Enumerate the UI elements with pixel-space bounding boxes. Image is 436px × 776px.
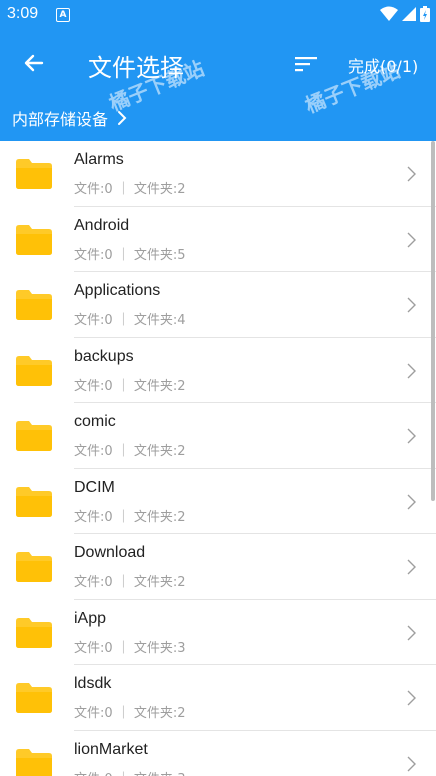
sort-icon (295, 57, 317, 72)
list-item[interactable]: DCIM 文件:0 ｜ 文件夹:2 (0, 469, 436, 534)
file-meta: 文件:0 ｜ 文件夹:2 (74, 509, 186, 525)
app-header: 3:09 A 文件选择 完成(0/1) 内部存储设备 橘子下载站 橘子下载站 (0, 0, 436, 141)
file-meta: 文件:0 ｜ 文件夹:3 (74, 640, 186, 656)
file-meta: 文件:0 ｜ 文件夹:2 (74, 378, 186, 394)
file-meta: 文件:0 ｜ 文件夹:2 (74, 706, 186, 721)
wifi-icon (380, 6, 398, 21)
status-bar: 3:09 A (0, 0, 436, 30)
file-meta: 文件:0 ｜ 文件夹:5 (74, 247, 186, 263)
file-name: DCIM (74, 478, 115, 496)
breadcrumb-item-storage: 内部存储设备 (12, 110, 109, 129)
chevron-right-icon (407, 363, 416, 378)
file-name: comic (74, 413, 116, 430)
folder-icon (16, 421, 52, 451)
breadcrumb[interactable]: 内部存储设备 (12, 106, 128, 130)
arrow-left-icon (24, 54, 44, 72)
sort-button[interactable] (290, 48, 322, 80)
folder-icon (16, 224, 52, 255)
file-name: ldsdk (74, 675, 112, 692)
status-icons (380, 6, 430, 22)
battery-icon (420, 6, 430, 22)
status-time: 3:09 (7, 5, 39, 22)
folder-icon (16, 486, 52, 517)
list-item[interactable]: Applications 文件:0 ｜ 文件夹:4 (0, 272, 436, 338)
list-item[interactable]: Alarms 文件:0 ｜ 文件夹:2 (0, 141, 436, 207)
folder-icon (16, 290, 52, 320)
chevron-right-icon (407, 625, 416, 640)
file-name: backups (74, 347, 134, 365)
file-meta: 文件:0 ｜ 文件夹:2 (74, 182, 186, 197)
folder-icon (16, 552, 52, 582)
folder-icon (16, 617, 52, 648)
file-name: Download (74, 544, 146, 561)
chevron-right-icon (407, 297, 416, 313)
file-name: Android (74, 216, 130, 234)
list-item[interactable]: Download 文件:0 ｜ 文件夹:2 (0, 534, 436, 600)
folder-icon (16, 683, 52, 713)
list-item[interactable]: Android 文件:0 ｜ 文件夹:5 (0, 207, 436, 272)
list-item[interactable]: iApp 文件:0 ｜ 文件夹:3 (0, 600, 436, 665)
file-name: iApp (74, 609, 107, 627)
folder-icon (16, 159, 52, 189)
folder-icon (16, 748, 52, 776)
notification-icon: A (56, 8, 70, 22)
list-item[interactable]: lionMarket 文件:0 ｜ 文件夹:3 (0, 731, 436, 776)
list-item[interactable]: ldsdk 文件:0 ｜ 文件夹:2 (0, 665, 436, 731)
list-item[interactable]: backups 文件:0 ｜ 文件夹:2 (0, 338, 436, 403)
file-meta: 文件:0 ｜ 文件夹:4 (74, 313, 186, 328)
chevron-right-icon (407, 166, 416, 182)
chevron-right-icon (407, 428, 416, 444)
file-meta: 文件:0 ｜ 文件夹:3 (74, 768, 186, 776)
list-item[interactable]: comic 文件:0 ｜ 文件夹:2 (0, 403, 436, 469)
folder-icon (16, 355, 52, 386)
file-meta: 文件:0 ｜ 文件夹:2 (74, 575, 186, 590)
chevron-right-icon (407, 559, 416, 575)
chevron-right-icon (407, 494, 416, 509)
chevron-right-icon (407, 232, 416, 247)
file-list: Alarms 文件:0 ｜ 文件夹:2 Android 文件:0 ｜ 文件夹:5… (0, 141, 436, 776)
file-name: Applications (74, 282, 161, 299)
file-meta: 文件:0 ｜ 文件夹:2 (74, 444, 186, 459)
chevron-right-icon (407, 690, 416, 706)
scrollbar[interactable] (431, 141, 435, 501)
signal-icon (402, 7, 416, 21)
chevron-right-icon (407, 756, 416, 771)
back-button[interactable] (18, 47, 50, 79)
file-name: lionMarket (74, 740, 148, 758)
file-name: Alarms (74, 151, 124, 168)
